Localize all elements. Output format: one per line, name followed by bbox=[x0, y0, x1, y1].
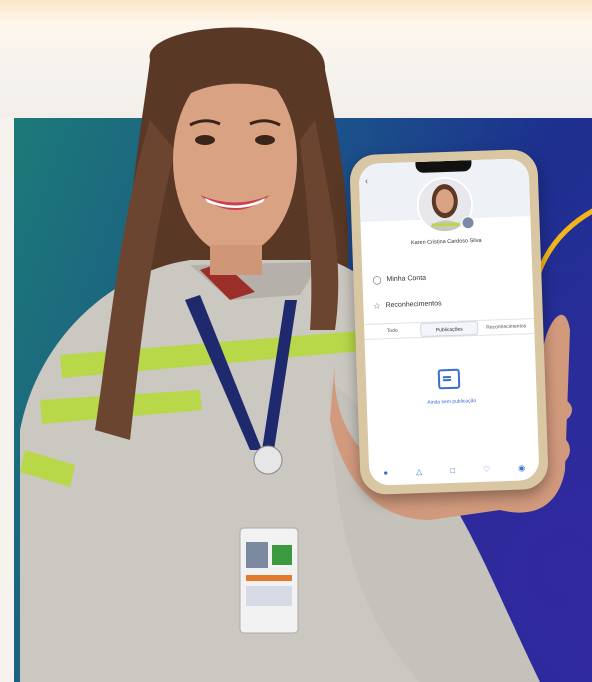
bell-icon[interactable]: △ bbox=[416, 467, 422, 476]
profile-name: Karen Cristina Cardoso Silva bbox=[410, 237, 482, 247]
bottom-navigation: ● △ □ ♡ ◉ bbox=[369, 458, 540, 482]
tab-publications[interactable]: Publicações bbox=[420, 320, 479, 338]
menu-item-recognitions[interactable]: ☆ Reconhecimentos bbox=[373, 299, 441, 310]
tab-recognitions[interactable]: Reconhecimentos bbox=[478, 319, 534, 335]
edit-avatar-icon[interactable] bbox=[461, 216, 475, 230]
menu-item-label: Reconhecimentos bbox=[385, 300, 442, 310]
photo-scene: ‹ Karen Cristina Cardoso Silva ◯ Minha C… bbox=[0, 0, 592, 682]
menu-item-account[interactable]: ◯ Minha Conta bbox=[372, 274, 426, 285]
smartphone: ‹ Karen Cristina Cardoso Silva ◯ Minha C… bbox=[349, 148, 549, 496]
tab-all[interactable]: Todo bbox=[364, 323, 420, 339]
home-icon[interactable]: ● bbox=[383, 468, 388, 477]
profile-icon[interactable]: ◉ bbox=[518, 463, 525, 472]
chat-icon[interactable]: □ bbox=[450, 465, 455, 474]
heart-icon[interactable]: ♡ bbox=[483, 464, 490, 473]
phone-notch bbox=[415, 160, 472, 174]
message-icon bbox=[437, 368, 461, 390]
profile-tabs: Todo Publicações Reconhecimentos bbox=[364, 318, 535, 340]
empty-state-label: Ainda sem publicação bbox=[427, 398, 477, 406]
phone-screen: ‹ Karen Cristina Cardoso Silva ◯ Minha C… bbox=[358, 158, 540, 486]
menu-item-label: Minha Conta bbox=[386, 274, 427, 284]
back-icon[interactable]: ‹ bbox=[365, 176, 368, 186]
star-icon: ☆ bbox=[373, 301, 381, 311]
user-icon: ◯ bbox=[372, 275, 382, 285]
